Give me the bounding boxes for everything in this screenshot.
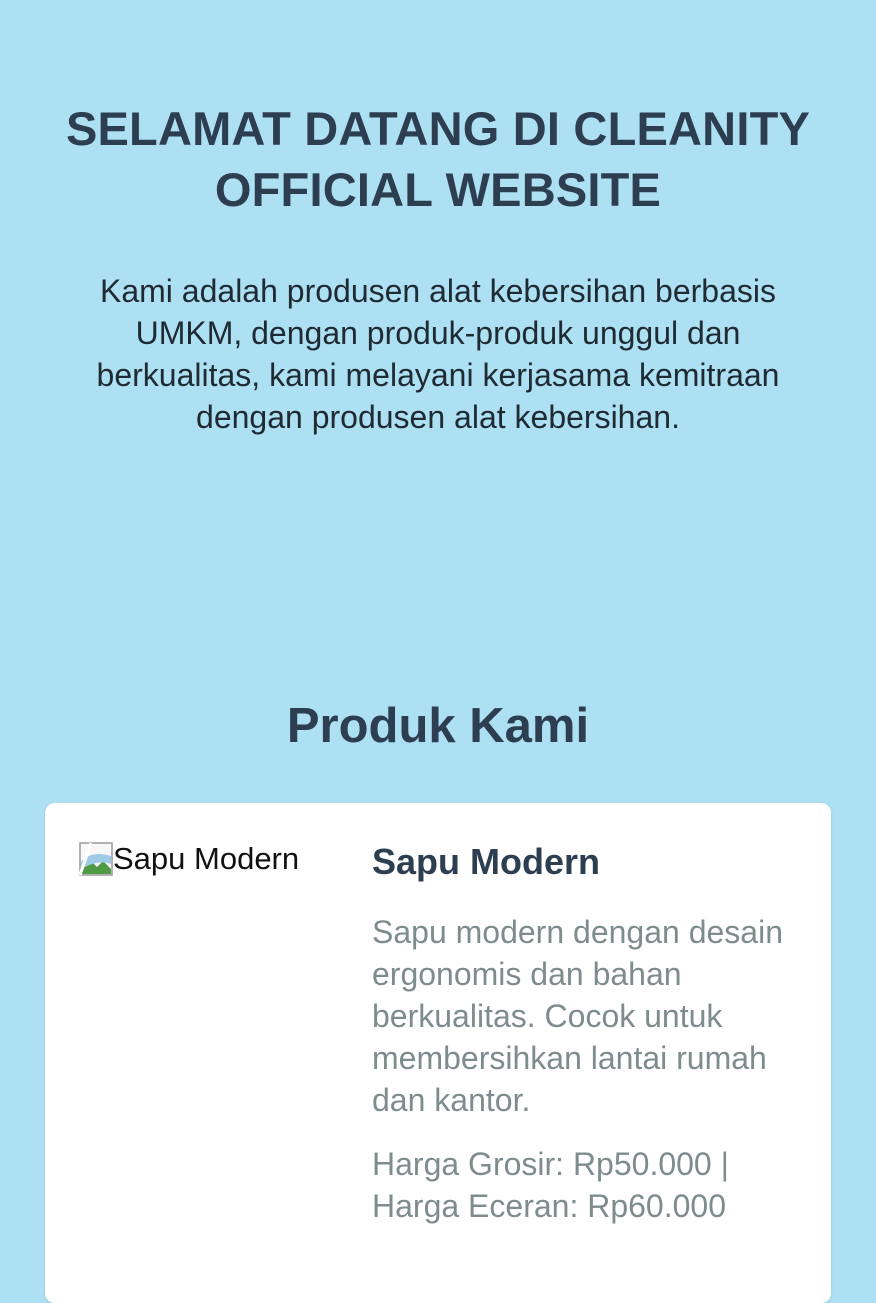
product-description: Sapu modern dengan desain ergonomis dan … (372, 914, 783, 1118)
hero-title: SELAMAT DATANG DI CLEANITY OFFICIAL WEBS… (65, 102, 811, 216)
product-card: Sapu Modern Sapu Modern Sapu modern deng… (45, 803, 831, 1303)
products-title: Produk Kami (286, 699, 590, 753)
broken-image-icon (79, 842, 113, 876)
product-image: Sapu Modern (79, 839, 299, 879)
hero-description: Kami adalah produsen alat kebersihan ber… (96, 273, 780, 435)
product-info: Sapu Modern Sapu modern dengan desain er… (372, 837, 792, 1227)
product-price: Harga Grosir: Rp50.000 | Harga Eceran: R… (372, 1146, 729, 1224)
product-image-alt-text: Sapu Modern (113, 841, 300, 876)
product-name: Sapu Modern (372, 841, 601, 882)
